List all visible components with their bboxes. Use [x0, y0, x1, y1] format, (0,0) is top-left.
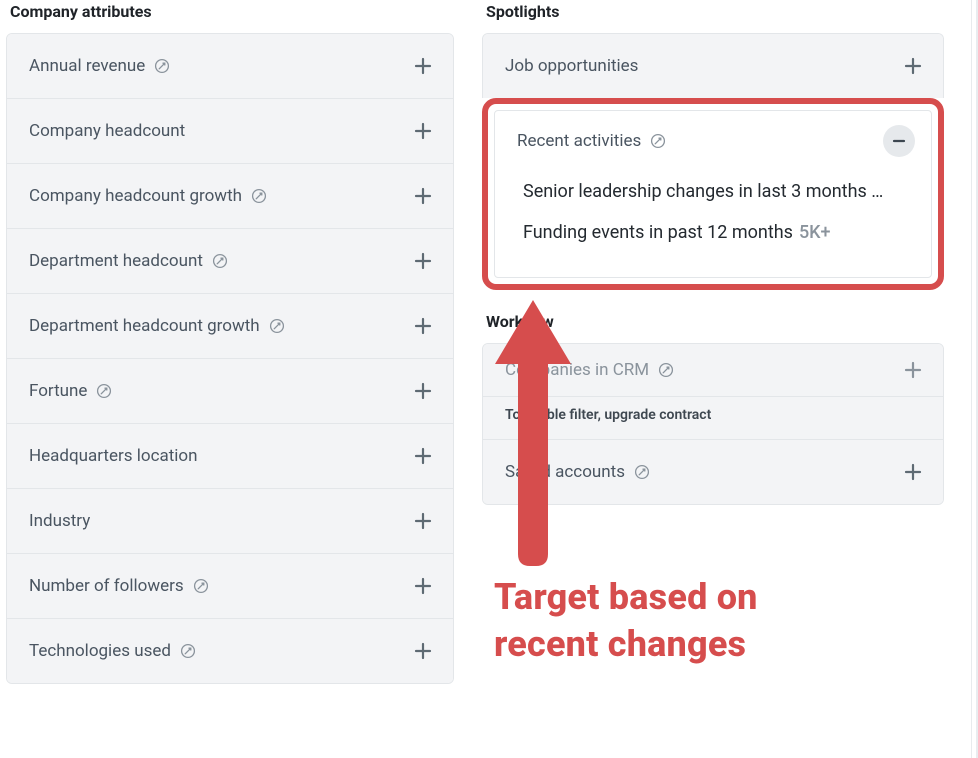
plus-icon[interactable] — [409, 572, 437, 600]
filter-industry[interactable]: Industry — [7, 488, 453, 553]
filter-companies-in-crm-note: To enable filter, upgrade contract — [483, 396, 943, 439]
filter-label: Companies in CRM — [505, 360, 649, 380]
plus-icon[interactable] — [409, 312, 437, 340]
filter-headquarters-location[interactable]: Headquarters location — [7, 423, 453, 488]
plus-icon[interactable] — [409, 442, 437, 470]
filter-number-of-followers[interactable]: Number of followers — [7, 553, 453, 618]
filter-department-headcount[interactable]: Department headcount — [7, 228, 453, 293]
company-attributes-heading: Company attributes — [10, 2, 454, 21]
plus-icon[interactable] — [409, 507, 437, 535]
company-attributes-column: Company attributes Annual revenue Compan… — [6, 0, 454, 706]
filter-label: Headquarters location — [29, 446, 198, 466]
option-senior-leadership-changes[interactable]: Senior leadership changes in last 3 mont… — [523, 171, 907, 212]
recent-activities-expanded-card: Recent activities Senior leadership chan… — [482, 98, 944, 290]
plus-icon[interactable] — [409, 377, 437, 405]
filter-annual-revenue[interactable]: Annual revenue — [7, 34, 453, 98]
filter-fortune[interactable]: Fortune — [7, 358, 453, 423]
info-icon[interactable] — [192, 577, 210, 595]
company-attributes-list: Annual revenue Company headcount — [6, 33, 454, 684]
annotation-callout: Target based on recent changes — [494, 574, 924, 668]
filter-label: Industry — [29, 511, 90, 531]
info-icon[interactable] — [268, 317, 286, 335]
filter-label: Number of followers — [29, 576, 184, 596]
filter-label: Company headcount — [29, 121, 185, 141]
filter-department-headcount-growth[interactable]: Department headcount growth — [7, 293, 453, 358]
filter-label: Company headcount growth — [29, 186, 242, 206]
filter-label: Annual revenue — [29, 56, 145, 76]
filter-companies-in-crm: Companies in CRM — [483, 344, 943, 396]
option-label: Senior leadership changes in last 3 mont… — [523, 181, 883, 202]
upgrade-note: To enable filter, upgrade contract — [505, 407, 927, 423]
info-icon[interactable] — [633, 463, 651, 481]
option-funding-events[interactable]: Funding events in past 12 months 5K+ — [523, 212, 907, 253]
filter-label: Recent activities — [517, 131, 641, 151]
filter-company-headcount[interactable]: Company headcount — [7, 98, 453, 163]
info-icon[interactable] — [250, 187, 268, 205]
filter-label: Technologies used — [29, 641, 171, 661]
plus-icon — [899, 356, 927, 384]
filter-label: Department headcount growth — [29, 316, 260, 336]
filter-recent-activities-header[interactable]: Recent activities — [495, 111, 931, 167]
plus-icon[interactable] — [409, 247, 437, 275]
filter-label: Department headcount — [29, 251, 203, 271]
plus-icon[interactable] — [899, 52, 927, 80]
recent-activities-options: Senior leadership changes in last 3 mont… — [495, 167, 931, 277]
plus-icon[interactable] — [409, 182, 437, 210]
info-icon[interactable] — [95, 382, 113, 400]
filter-label: Saved accounts — [505, 462, 625, 482]
filter-label: Job opportunities — [505, 56, 638, 76]
option-label: Funding events in past 12 months — [523, 222, 793, 243]
filter-saved-accounts[interactable]: Saved accounts — [483, 439, 943, 504]
info-icon[interactable] — [649, 132, 667, 150]
callout-line-1: Target based on — [494, 574, 924, 621]
page-scrollbar-track — [971, 0, 972, 758]
filter-label: Fortune — [29, 381, 87, 401]
workflow-heading: Workflow — [486, 312, 944, 331]
filter-job-opportunities[interactable]: Job opportunities — [483, 34, 943, 98]
plus-icon[interactable] — [409, 637, 437, 665]
option-count: 5K+ — [799, 222, 831, 243]
spotlights-list-top: Job opportunities — [482, 33, 944, 98]
plus-icon[interactable] — [409, 52, 437, 80]
spotlights-heading: Spotlights — [486, 2, 944, 21]
info-icon[interactable] — [153, 57, 171, 75]
info-icon — [657, 361, 675, 379]
callout-line-2: recent changes — [494, 621, 924, 668]
filter-technologies-used[interactable]: Technologies used — [7, 618, 453, 683]
minus-icon[interactable] — [883, 125, 915, 157]
plus-icon[interactable] — [409, 117, 437, 145]
info-icon[interactable] — [211, 252, 229, 270]
info-icon[interactable] — [179, 642, 197, 660]
filter-company-headcount-growth[interactable]: Company headcount growth — [7, 163, 453, 228]
plus-icon[interactable] — [899, 458, 927, 486]
workflow-list: Companies in CRM To enable filter, upgra… — [482, 343, 944, 505]
